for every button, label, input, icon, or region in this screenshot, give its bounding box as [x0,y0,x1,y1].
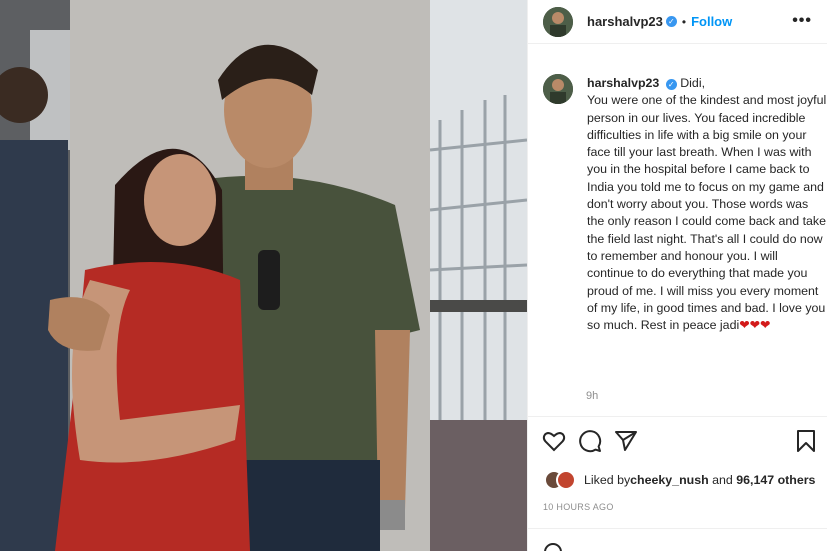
post-side-panel: harshalvp23 ✓ • Follow ••• harshalvp23 ✓… [527,0,827,551]
caption-avatar-icon[interactable] [543,74,573,104]
caption-body: Didi, You were one of the kindest and mos… [587,76,827,333]
caption-verified-icon: ✓ [665,79,677,90]
follow-button[interactable]: Follow [691,14,732,29]
caption-text: harshalvp23 ✓ Didi, You were one of the k… [587,75,827,334]
avatar-icon[interactable] [543,6,573,37]
header-separator: • [681,14,687,29]
posted-time[interactable]: 10 HOURS AGO [543,502,614,512]
likes-middle: and [708,473,737,487]
likes-summary: Liked by cheeky_nush and 96,147 others [544,470,815,490]
relative-time[interactable]: 9h [586,390,598,402]
heart-icon[interactable] [542,429,566,453]
likes-count-link[interactable]: 96,147 others [736,473,815,487]
photo-illustration [0,0,527,551]
likes-user-link[interactable]: cheeky_nush [630,473,709,487]
caption-username[interactable]: harshalvp23 [587,76,659,90]
liker-avatar-icon[interactable] [556,470,576,490]
post-header: harshalvp23 ✓ • Follow ••• [528,0,827,44]
bookmark-icon[interactable] [794,429,818,453]
more-options-icon[interactable]: ••• [792,12,812,30]
comment-icon[interactable] [578,429,602,453]
verified-badge-icon: ✓ [665,16,677,27]
action-bar [528,416,827,466]
liker-avatars [544,470,578,490]
send-icon[interactable] [614,429,638,453]
emoji-icon[interactable] [544,543,562,551]
heart-emoji: ❤❤❤ [739,318,771,333]
post-photo[interactable] [0,0,527,551]
likes-prefix: Liked by [584,473,631,487]
header-username[interactable]: harshalvp23 [587,14,663,29]
add-comment-row [528,528,827,551]
